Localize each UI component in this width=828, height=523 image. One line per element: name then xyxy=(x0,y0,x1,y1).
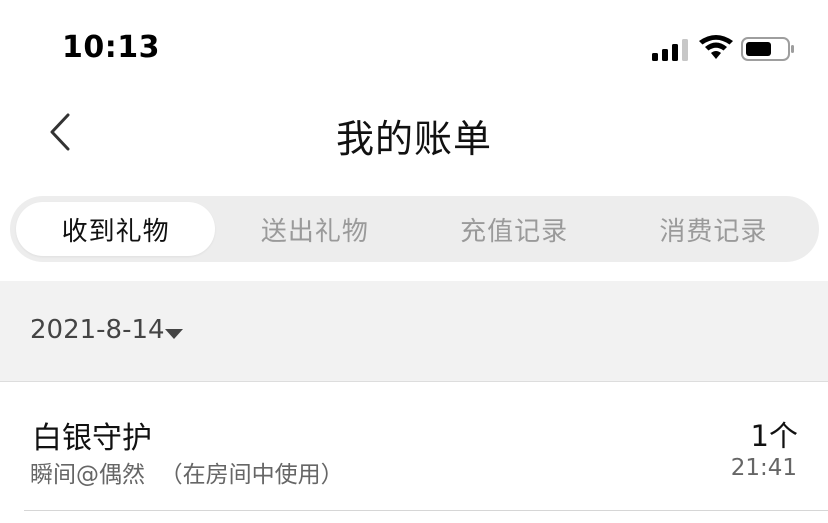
gift-sender: 瞬间@偶然 xyxy=(30,462,145,488)
status-bar: 10:13 xyxy=(0,0,828,100)
date-filter-value[interactable]: 2021-8-14 xyxy=(30,315,165,345)
status-time: 10:13 xyxy=(62,30,160,65)
tab-spending-records[interactable]: 消费记录 xyxy=(614,202,813,256)
caret-down-icon[interactable] xyxy=(165,329,183,339)
gift-source: 瞬间@偶然 （在房间中使用） xyxy=(30,455,344,489)
tab-received-gifts[interactable]: 收到礼物 xyxy=(16,202,216,256)
gift-note: （在房间中使用） xyxy=(159,462,344,488)
cellular-signal-icon xyxy=(652,39,688,61)
battery-icon xyxy=(741,37,794,61)
tab-sent-gifts[interactable]: 送出礼物 xyxy=(215,202,414,256)
tab-recharge-records[interactable]: 充值记录 xyxy=(415,202,614,256)
tab-bar: 收到礼物 送出礼物 充值记录 消费记录 xyxy=(10,196,819,262)
gift-name: 白银守护 xyxy=(32,421,152,456)
gift-count: 1个 xyxy=(750,419,798,453)
date-filter[interactable]: 2021-8-14 xyxy=(0,281,828,382)
list-item[interactable]: 白银守护 瞬间@偶然 （在房间中使用） 1个 21:41 xyxy=(0,383,828,513)
nav-bar: 我的账单 xyxy=(0,100,828,170)
wifi-icon xyxy=(699,35,733,59)
page-title: 我的账单 xyxy=(335,117,492,161)
divider xyxy=(24,510,828,511)
gift-time: 21:41 xyxy=(730,455,797,481)
